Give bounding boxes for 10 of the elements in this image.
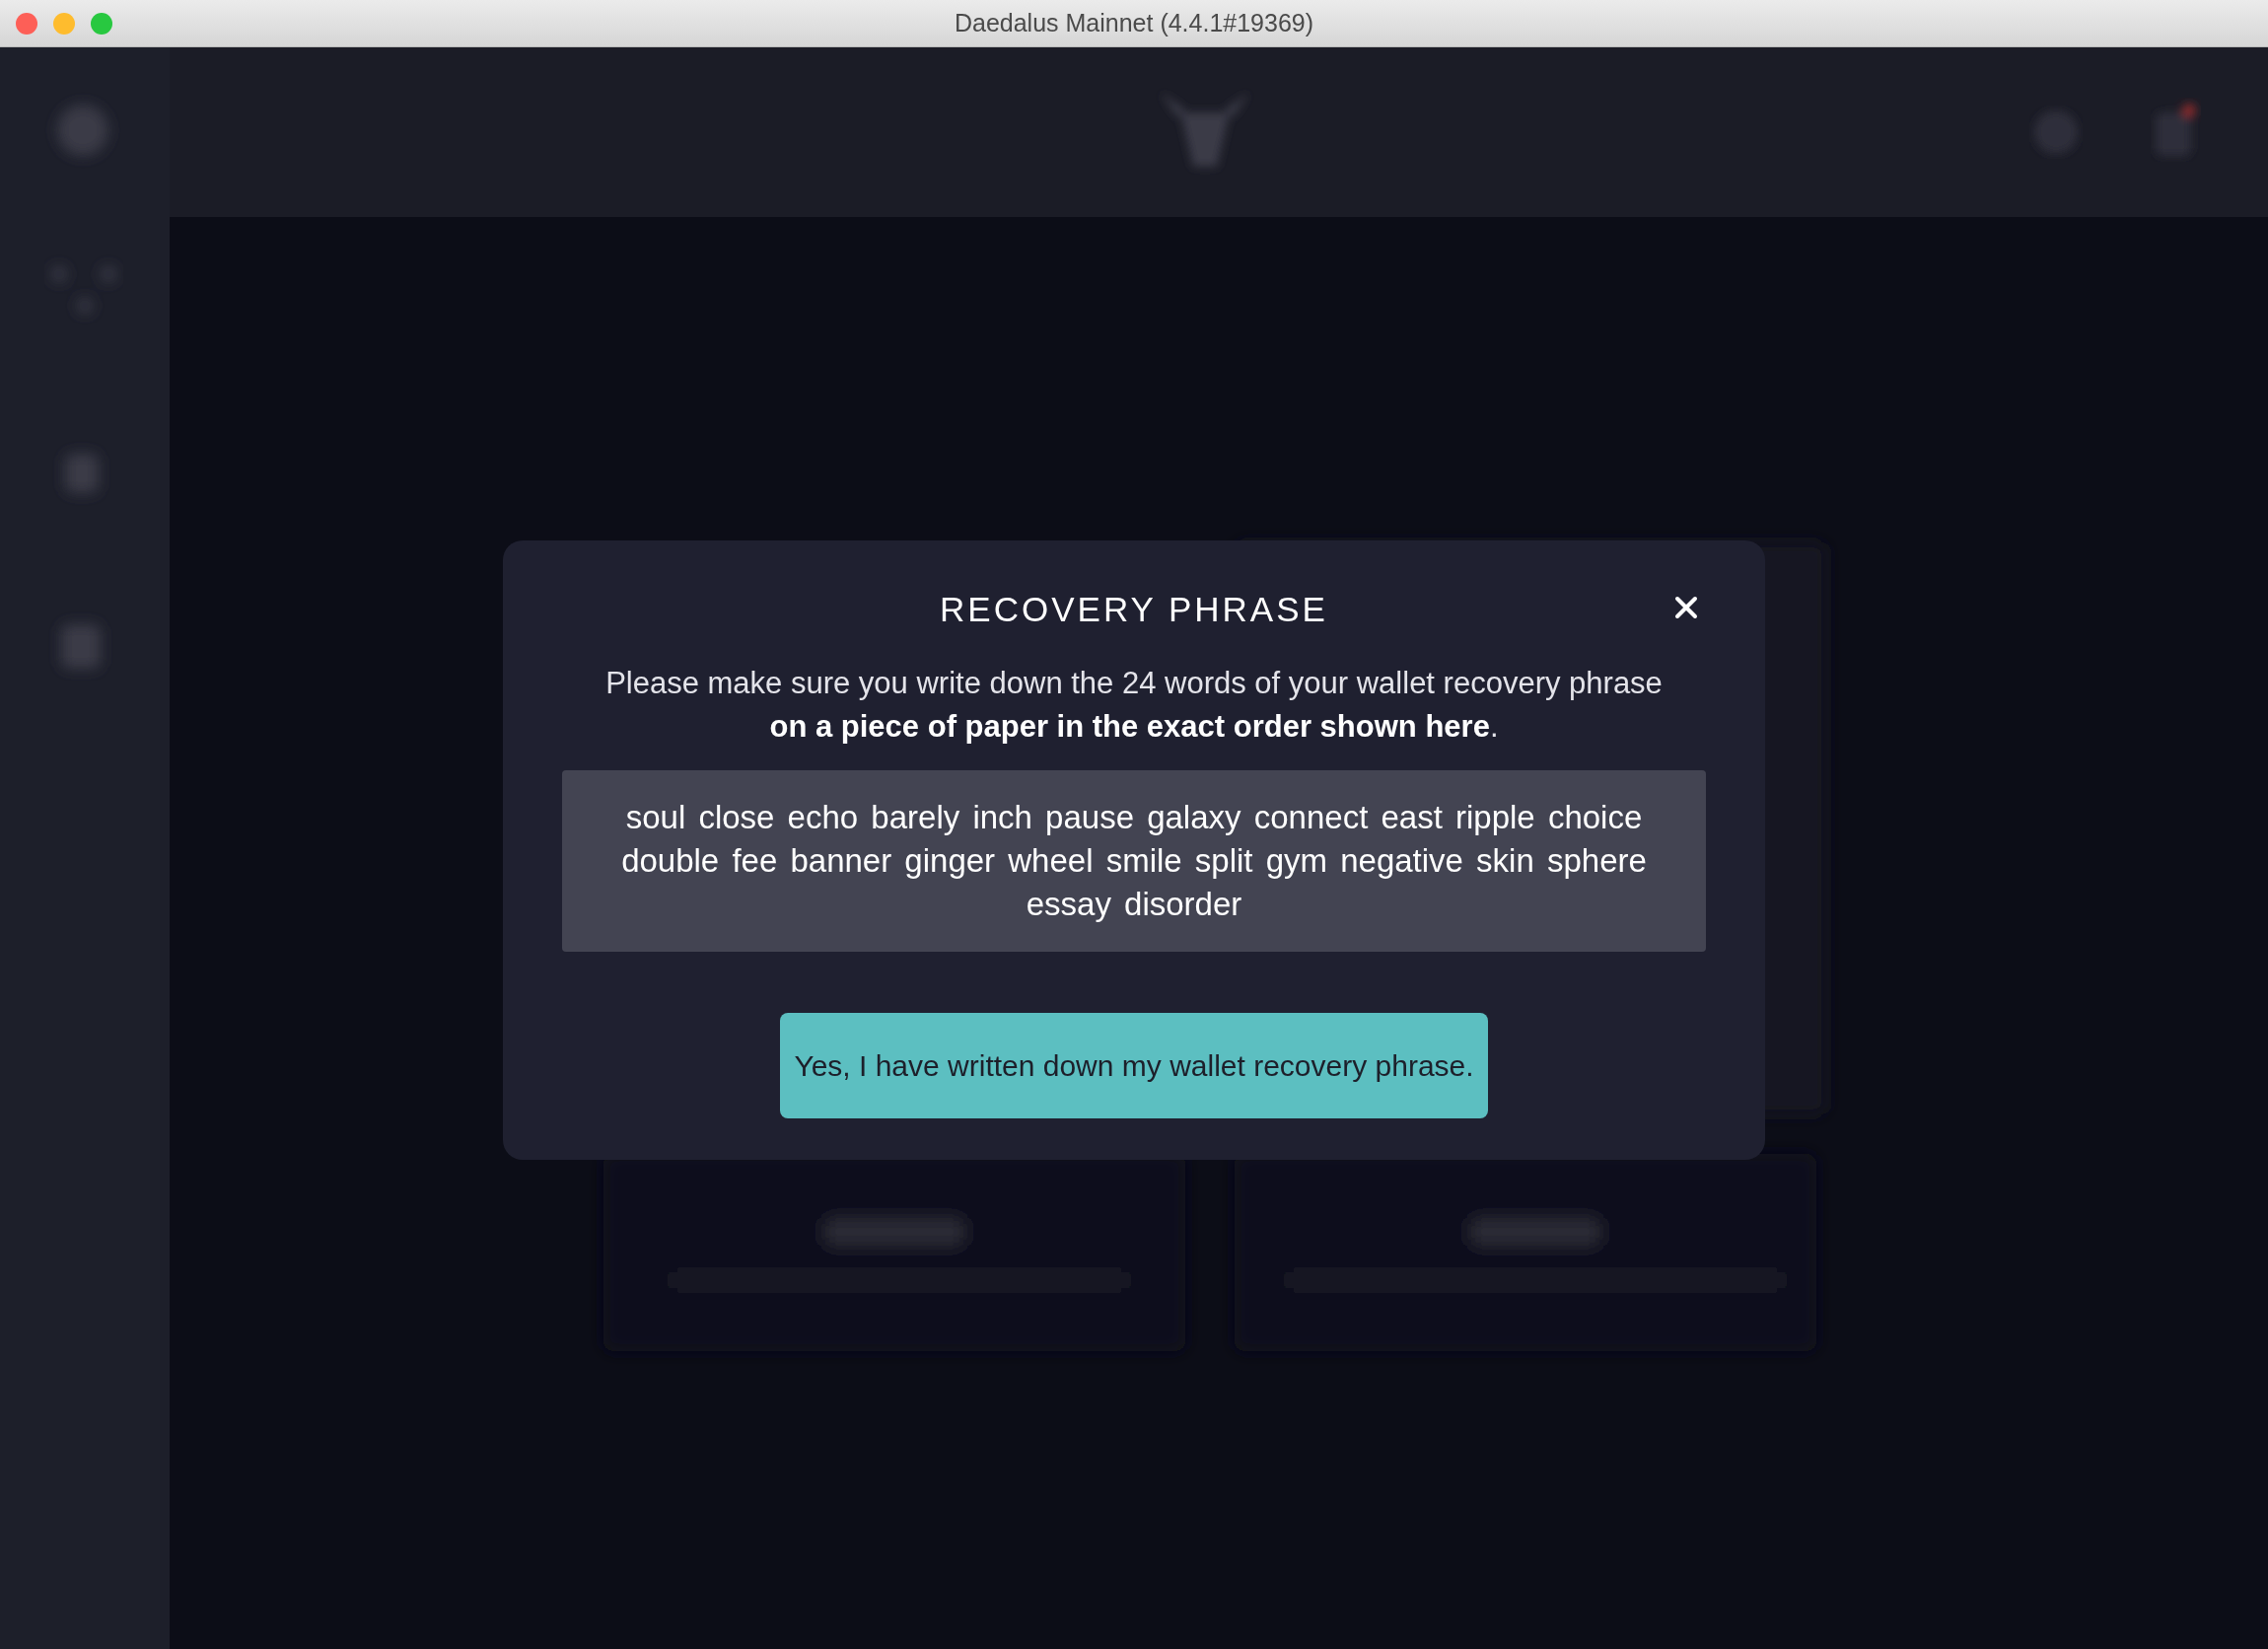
- close-icon: [1674, 596, 1698, 619]
- recovery-phrase-text: soul close echo barely inch pause galaxy connect east ripple choice double fee banner ginger wheel smile split gym negative skin sphere essay disorder: [562, 769, 1706, 952]
- window-title: Daedalus Mainnet (4.4.1#19369): [954, 7, 1314, 38]
- close-window-button[interactable]: [16, 13, 37, 35]
- close-button[interactable]: [1674, 596, 1698, 619]
- dialog-title: RECOVERY PHRASE: [939, 589, 1329, 630]
- minimize-window-button[interactable]: [53, 13, 75, 35]
- maximize-window-button[interactable]: [91, 13, 112, 35]
- instruction-text: Please make sure you write down the 24 words of your wallet recovery phrase on a piece of paper in the exact order shown here.: [604, 664, 1664, 746]
- confirm-button[interactable]: Yes, I have written down my wallet recovery phrase.: [780, 1012, 1488, 1118]
